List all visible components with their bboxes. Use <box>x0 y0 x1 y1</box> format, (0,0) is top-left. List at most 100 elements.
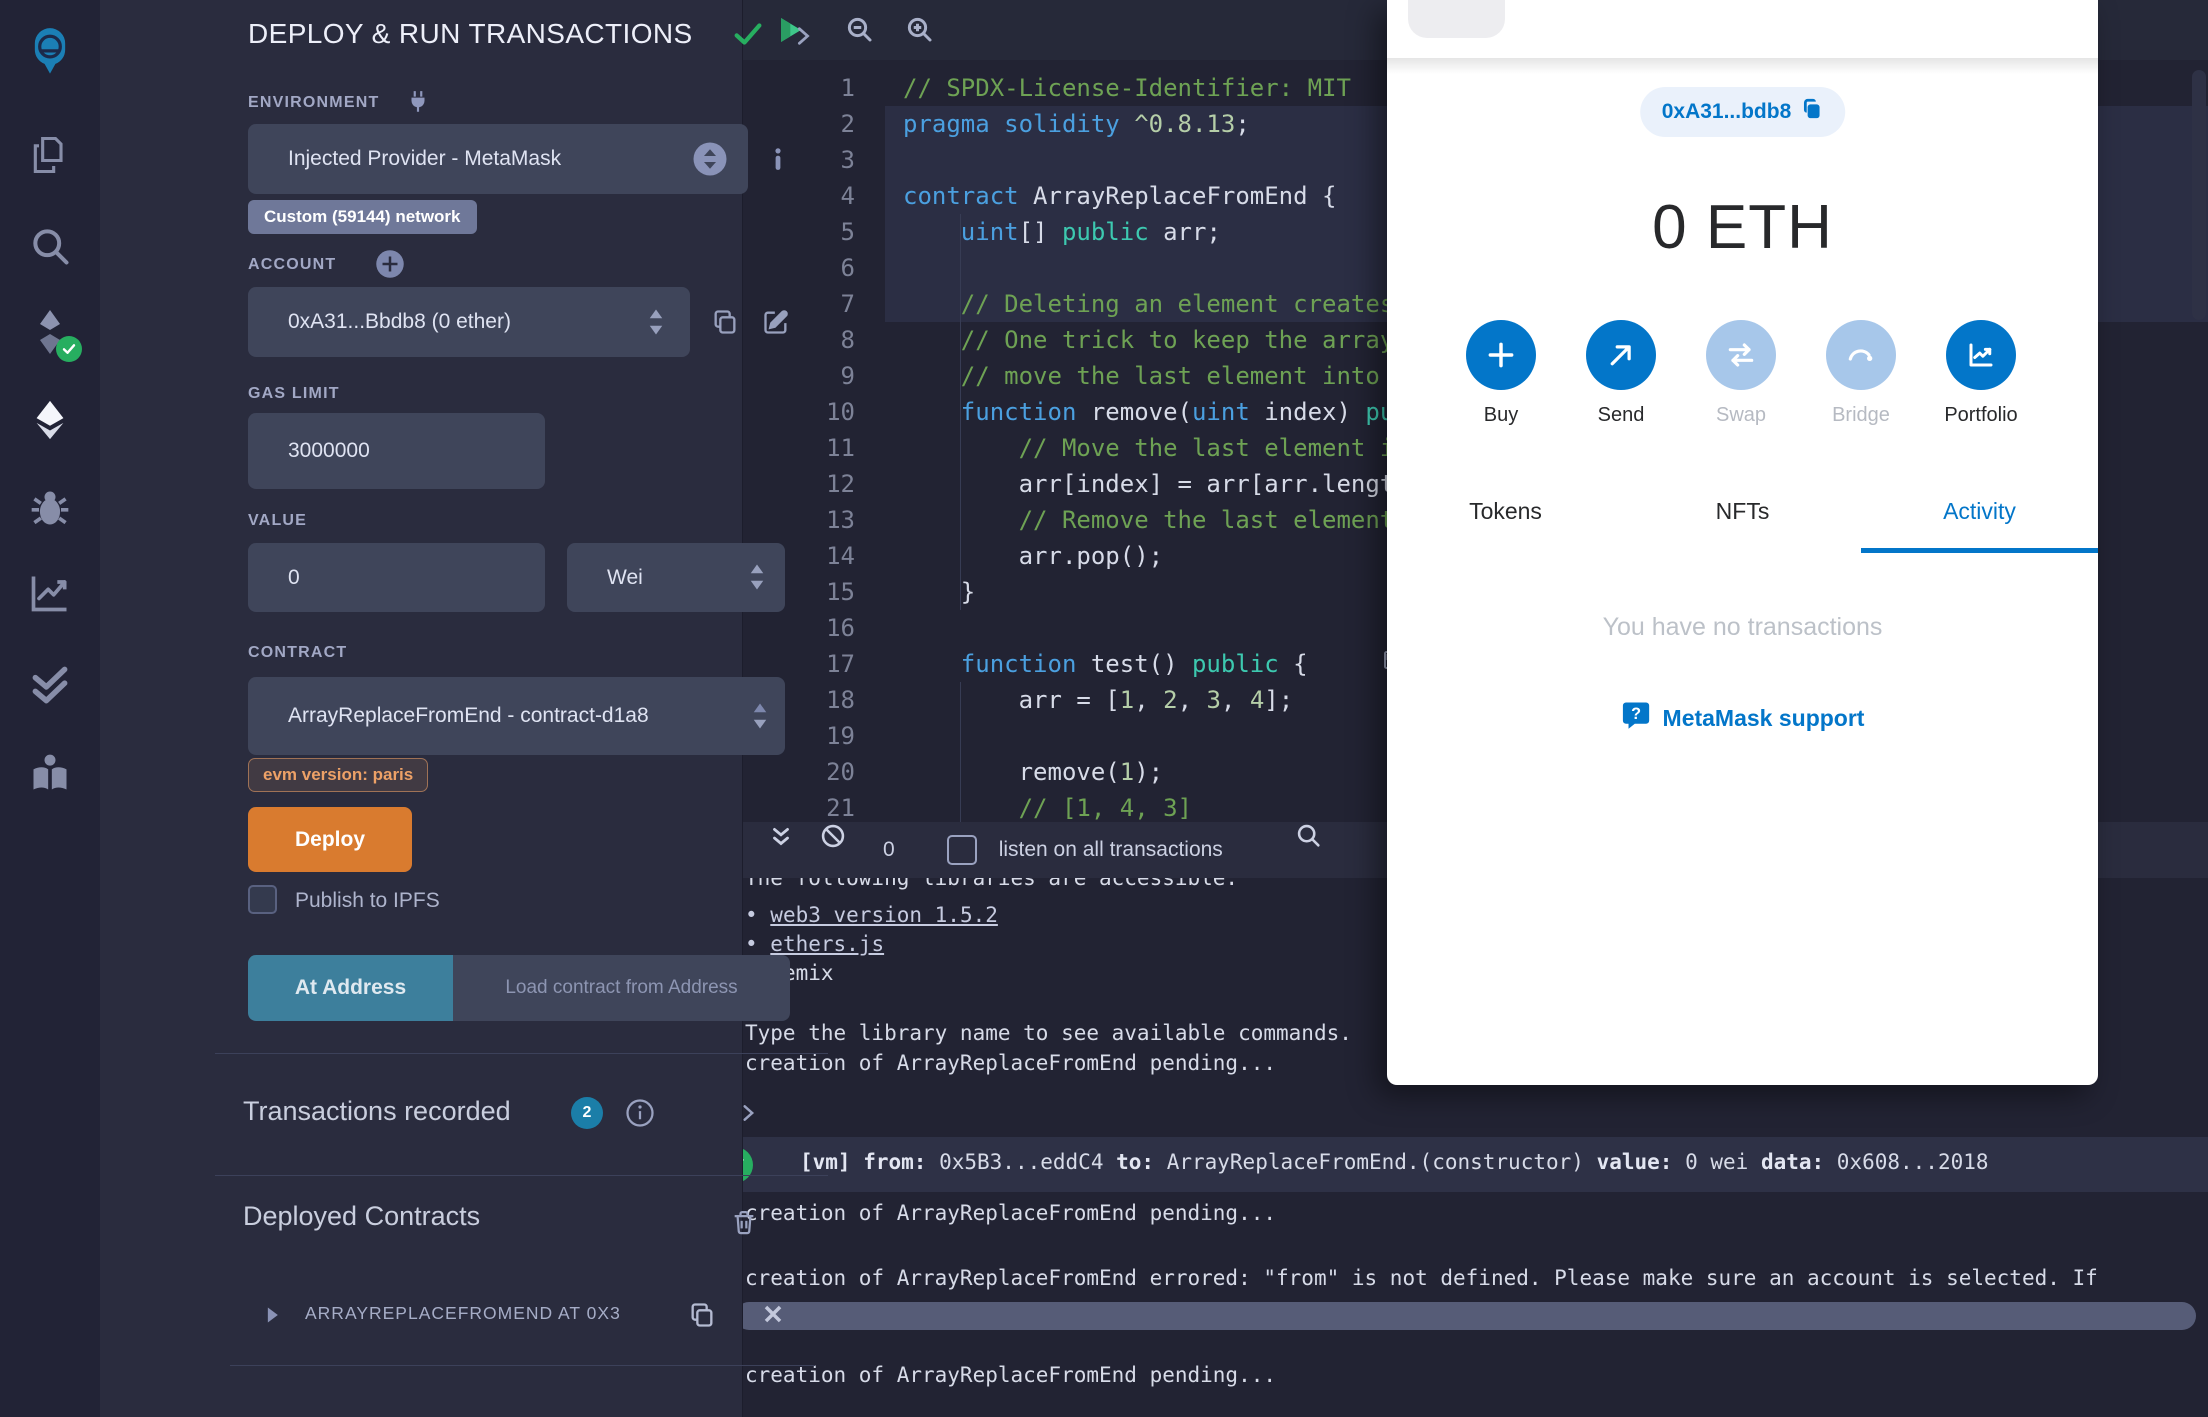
gas-limit-value: 3000000 <box>288 439 370 462</box>
transactions-info-icon[interactable] <box>625 1098 655 1128</box>
edit-account-icon[interactable] <box>762 308 790 336</box>
copy-deployed-icon[interactable] <box>688 1301 716 1329</box>
terminal-log-row[interactable]: • ethers.js <box>745 932 884 956</box>
deployed-item-chevron-icon[interactable] <box>262 1305 282 1325</box>
metamask-account-pill[interactable]: 0xA31...bdb8 <box>1639 87 1846 137</box>
gas-limit-input[interactable]: 3000000 <box>248 413 545 489</box>
evm-version-badge: evm version: paris <box>248 758 429 792</box>
line-number: 5 <box>840 218 855 246</box>
account-value: 0xA31...Bbdb8 (0 ether) <box>288 310 511 333</box>
unit-caret-icon <box>747 562 767 592</box>
action-swap-button: Swap <box>1681 320 1801 427</box>
environment-label: ENVIRONMENT <box>248 94 380 111</box>
deployed-contracts-title: Deployed Contracts <box>243 1201 481 1231</box>
line-number: 12 <box>826 470 855 498</box>
panel-collapse-icon[interactable] <box>792 25 814 47</box>
file-explorer-icon[interactable] <box>24 129 76 181</box>
divider <box>215 1175 828 1176</box>
publish-ipfs-checkbox[interactable] <box>248 885 277 914</box>
deploy-run-icon[interactable] <box>24 394 76 446</box>
listen-label: listen on all transactions <box>998 838 1223 861</box>
metamask-tab-nfts[interactable]: NFTs <box>1624 498 1861 525</box>
deploy-run-panel: DEPLOY & RUN TRANSACTIONS ENVIRONMENT In… <box>100 0 828 1417</box>
empty-transactions-text: You have no transactions <box>1602 613 1883 641</box>
terminal-log-row[interactable]: creation of ArrayReplaceFromEnd errored:… <box>745 1266 2098 1290</box>
terminal-expand-icon[interactable] <box>768 824 794 850</box>
account-caret-icon <box>646 307 666 337</box>
line-number: 3 <box>840 146 855 174</box>
unit-select[interactable]: Wei <box>567 543 785 612</box>
metamask-tab-activity[interactable]: Activity <box>1861 498 2098 525</box>
line-number: 13 <box>826 506 855 534</box>
metamask-account-address: 0xA31...bdb8 <box>1661 100 1792 123</box>
account-label: ACCOUNT <box>248 256 337 273</box>
active-tab-underline <box>1861 548 2098 553</box>
account-select[interactable]: 0xA31...Bbdb8 (0 ether) <box>248 287 690 357</box>
terminal-search-icon[interactable] <box>1295 822 1323 850</box>
zoom-in-icon[interactable] <box>905 15 935 45</box>
action-label: Swap <box>1715 404 1767 426</box>
plug-icon[interactable] <box>405 89 431 115</box>
contract-select[interactable]: ArrayReplaceFromEnd - contract-d1a8 <box>248 677 785 755</box>
contract-value: ArrayReplaceFromEnd - contract-d1a8 <box>288 704 649 727</box>
copy-account-icon[interactable] <box>711 308 739 336</box>
publish-ipfs-label: Publish to IPFS <box>295 889 440 912</box>
panel-check-icon <box>731 17 765 51</box>
action-portfolio-button[interactable]: Portfolio <box>1921 320 2041 427</box>
line-number: 9 <box>840 362 855 390</box>
listen-checkbox[interactable] <box>946 835 977 865</box>
statistics-icon[interactable] <box>24 567 76 619</box>
metamask-tab-tokens[interactable]: Tokens <box>1387 498 1624 525</box>
unit-testing-icon[interactable] <box>24 659 76 711</box>
transactions-count-badge: 2 <box>571 1097 603 1129</box>
terminal-log-row[interactable]: creation of ArrayReplaceFromEnd pending.… <box>745 1201 1276 1225</box>
solidity-compiler-icon[interactable] <box>24 306 82 362</box>
value-label: VALUE <box>248 512 308 529</box>
action-buy-button[interactable]: Buy <box>1441 320 1561 427</box>
value-input[interactable]: 0 <box>248 543 545 612</box>
deployed-item-label[interactable]: ARRAYREPLACEFROMEND AT 0X3 <box>305 1303 621 1324</box>
action-label: Buy <box>1483 404 1519 426</box>
at-address-button[interactable]: At Address <box>248 955 453 1021</box>
add-account-icon[interactable] <box>375 249 405 279</box>
remove-deployed-icon[interactable]: ✕ <box>762 1300 784 1331</box>
transactions-expand-icon[interactable] <box>738 1103 758 1123</box>
debugger-icon[interactable] <box>24 482 76 534</box>
deploy-button[interactable]: Deploy <box>248 807 412 872</box>
bridge-icon <box>1826 320 1896 390</box>
send-arrow-icon <box>1586 320 1656 390</box>
zoom-out-icon[interactable] <box>845 15 875 45</box>
terminal-scrollbar[interactable] <box>735 1302 2196 1330</box>
trash-icon[interactable] <box>730 1208 758 1236</box>
support-label: MetaMask support <box>1662 704 1865 731</box>
action-label: Portfolio <box>1944 404 2018 426</box>
line-number: 10 <box>826 398 855 426</box>
terminal-log-row[interactable]: creation of ArrayReplaceFromEnd pending.… <box>745 1051 1276 1075</box>
line-number: 21 <box>826 794 855 822</box>
learneth-icon[interactable] <box>24 747 76 799</box>
line-number: 7 <box>840 290 855 318</box>
contract-label: CONTRACT <box>248 644 348 661</box>
search-icon[interactable] <box>24 220 76 272</box>
remix-logo-icon[interactable] <box>24 26 76 78</box>
editor-scrollbar[interactable] <box>2192 70 2206 320</box>
terminal-log-row[interactable]: Type the library name to see available c… <box>745 1021 1352 1045</box>
balance-amount: 0 ETH <box>1652 193 1833 262</box>
terminal-log-row[interactable]: creation of ArrayReplaceFromEnd pending.… <box>745 1363 1276 1387</box>
copy-address-icon[interactable] <box>1801 98 1823 126</box>
metamask-header-shadow <box>1387 58 2098 74</box>
plus-icon <box>1466 320 1536 390</box>
line-number: 11 <box>826 434 855 462</box>
metamask-support-link[interactable]: ? MetaMask support <box>1621 700 1865 736</box>
clear-console-icon[interactable] <box>819 822 847 850</box>
remix-ide-window: Home contract-d1a881 1// SPDX-License-Id… <box>0 0 2208 1417</box>
portfolio-icon <box>1946 320 2016 390</box>
terminal-log-row[interactable]: • web3 version 1.5.2 <box>745 903 998 927</box>
environment-value: Injected Provider - MetaMask <box>288 147 562 170</box>
load-address-input[interactable]: Load contract from Address <box>453 955 790 1021</box>
environment-stepper-icon[interactable] <box>692 141 728 177</box>
terminal-transaction-row[interactable]: [vm] from: 0x5B3...eddC4 to: ArrayReplac… <box>800 1150 2001 1174</box>
action-send-button[interactable]: Send <box>1561 320 1681 427</box>
environment-info-icon[interactable] <box>765 146 791 172</box>
environment-select[interactable]: Injected Provider - MetaMask <box>248 124 748 194</box>
